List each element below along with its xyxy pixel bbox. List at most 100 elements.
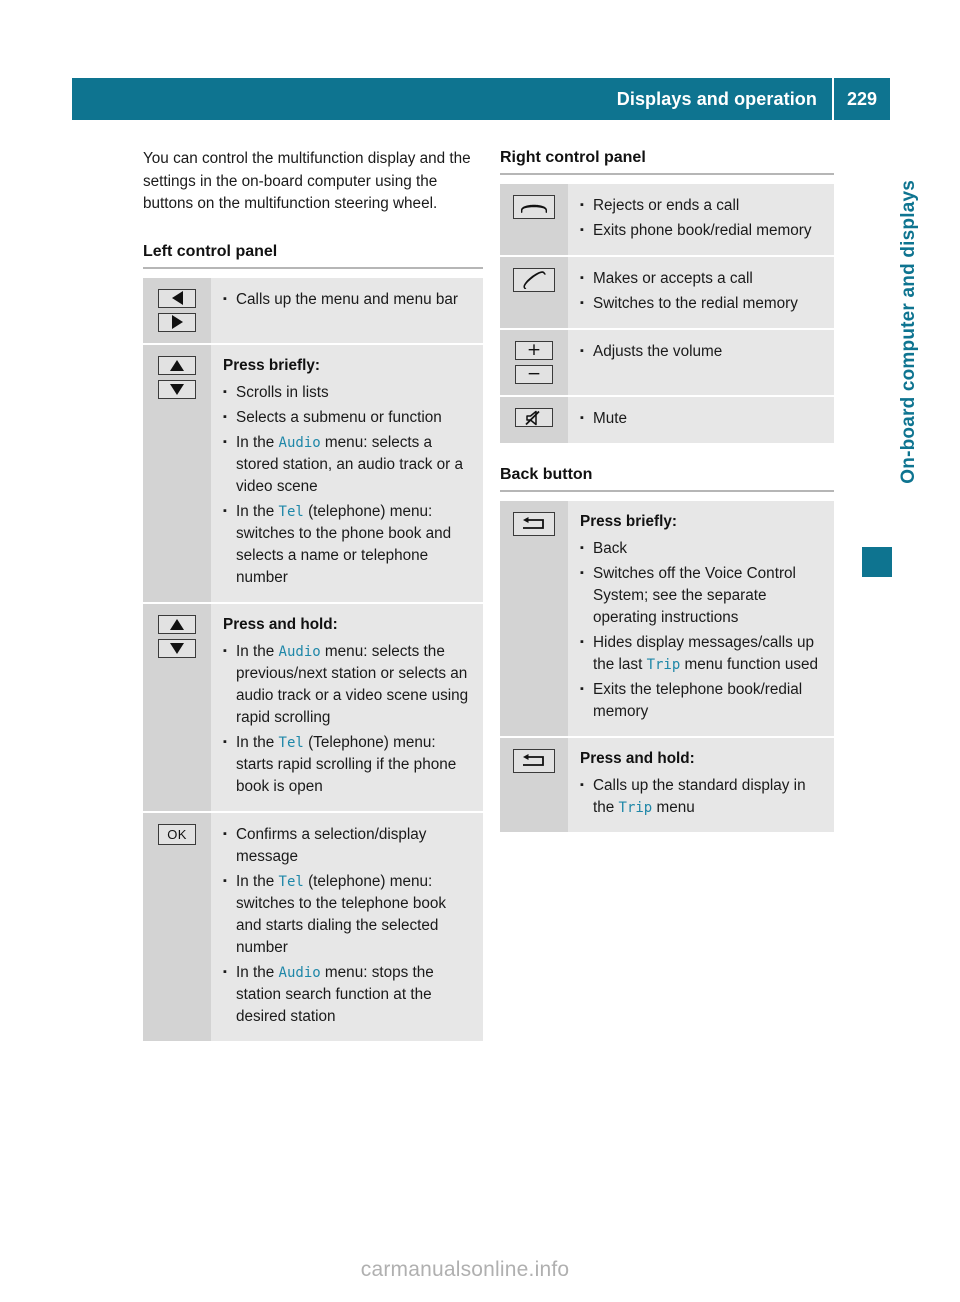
bullet-text: Exits phone book/redial memory: [593, 222, 812, 239]
handset-down-glyph: [521, 204, 547, 213]
bullet-text: Confirms a selection/display message: [236, 825, 427, 865]
row-text-cell: Adjusts the volume: [568, 330, 834, 395]
chapter-side-tab-marker: [862, 547, 892, 577]
section-heading: Right control panel: [500, 149, 646, 166]
menu-term: Audio: [278, 643, 321, 660]
triangle-left-icon[interactable]: [158, 288, 196, 308]
bullet-text: In the: [236, 872, 279, 890]
bullet-text: Switches to the redial memory: [593, 295, 798, 312]
bullet-text: Mute: [593, 410, 628, 427]
bullet-list: Calls up the standard display in the Tri…: [580, 774, 822, 819]
row-text-cell: Mute: [568, 397, 834, 443]
heading-divider: [500, 490, 834, 492]
triangle-right-icon[interactable]: [158, 312, 196, 332]
bullet-text: In the: [236, 963, 279, 981]
row-icon-cell: [143, 344, 211, 602]
triangle-glyph: [171, 291, 183, 305]
mute-icon[interactable]: [515, 408, 553, 427]
row-icon-cell: OK: [143, 812, 211, 1041]
row-icon-cell: [500, 257, 568, 328]
table-row: +−Adjusts the volume: [500, 330, 834, 397]
row-icon-cell: [500, 501, 568, 736]
spec-table: Press briefly: Back Switches off the Voice…: [500, 501, 834, 832]
bullet-item: Mute: [580, 407, 822, 430]
row-icon-cell: + −: [500, 330, 568, 395]
bullet-text: Selects a submenu or function: [236, 408, 442, 426]
triangle-glyph: [170, 642, 184, 654]
bullet-item: Exits the telephone book/redial memory: [580, 678, 822, 723]
triangle-up-icon[interactable]: [158, 355, 196, 375]
left-content-column: You can control the multifunction displa…: [143, 148, 483, 1041]
bullet-item: Selects a submenu or function: [223, 406, 471, 429]
bullet-item: Switches off the Voice Control System; s…: [580, 562, 822, 629]
menu-term: Tel: [278, 734, 304, 751]
bullet-text: In the: [236, 433, 279, 451]
bullet-item: Calls up the menu and menu bar: [223, 288, 471, 311]
press-mode-label: Press briefly:: [223, 356, 320, 374]
menu-term: Audio: [278, 964, 321, 981]
bullet-item: In the Tel (telephone) menu: switches to…: [223, 870, 471, 959]
press-mode-label: Press and hold:: [223, 615, 338, 633]
bullet-item: Switches to the redial memory: [580, 292, 822, 315]
left-control-panel-table: Calls up the menu and menu bar Press brie…: [143, 277, 483, 1041]
triangle-glyph: [171, 315, 183, 329]
bullet-list: Confirms a selection/display message In t…: [223, 823, 471, 1028]
end-call-icon[interactable]: [513, 195, 555, 219]
bullet-text: Scrolls in lists: [236, 383, 329, 401]
handset-up-glyph: [523, 271, 546, 289]
triangle-down-icon[interactable]: [158, 379, 196, 399]
table-row: Rejects or ends a call Exits phone book/r…: [500, 184, 834, 257]
bullet-item: Makes or accepts a call: [580, 267, 822, 290]
bullet-text: Rejects or ends a call: [593, 197, 740, 214]
press-mode-label: Press briefly:: [580, 513, 677, 530]
row-icon-cell: [143, 603, 211, 811]
row-text-cell: Calls up the menu and menu bar: [211, 277, 483, 343]
menu-term: Trip: [618, 800, 653, 816]
menu-term: Tel: [278, 503, 304, 520]
bullet-item: In the Audio menu: stops the station sea…: [223, 961, 471, 1028]
volume-up-icon[interactable]: +: [515, 341, 553, 360]
return-arrow-glyph: [523, 754, 544, 766]
table-row: Press and hold: In the Audio menu: select…: [143, 603, 483, 813]
row-icon-cell: [500, 738, 568, 832]
table-row: Makes or accepts a call Switches to the r…: [500, 257, 834, 330]
bullet-item: In the Audio menu: selects the previous/…: [223, 640, 471, 729]
heading-divider: [143, 266, 483, 269]
bullet-list: Back Switches off the Voice Control Syste…: [580, 537, 822, 723]
bullet-text: Back: [593, 540, 628, 557]
return-arrow-glyph: [523, 517, 544, 529]
triangle-glyph: [170, 383, 184, 395]
row-text-cell: Press briefly: Scrolls in lists Selects a …: [211, 344, 483, 602]
row-text-cell: Makes or accepts a call Switches to the r…: [568, 257, 834, 328]
bullet-list: Rejects or ends a call Exits phone book/r…: [580, 194, 822, 242]
heading-divider: [500, 173, 834, 175]
back-icon[interactable]: [513, 512, 555, 536]
bullet-item: In the Tel (telephone) menu: switches to…: [223, 500, 471, 589]
volume-down-icon[interactable]: −: [515, 365, 553, 384]
triangle-up-icon[interactable]: [158, 614, 196, 634]
table-row: OK Confirms a selection/display message In…: [143, 812, 483, 1041]
speaker-muted-glyph: [525, 410, 540, 425]
left-control-panel-heading: Left control panel: [143, 242, 278, 260]
menu-term: Audio: [278, 434, 321, 451]
bullet-text: In the: [236, 733, 279, 751]
bullet-text: Exits the telephone book/redial memory: [593, 681, 803, 720]
row-icon-cell: [500, 184, 568, 255]
triangle-down-icon[interactable]: [158, 638, 196, 658]
right-sections-container: Right control panel Rejects or ends a cal…: [500, 148, 834, 832]
bullet-text: Calls up the menu and menu bar: [236, 290, 458, 308]
site-watermark: carmanualsonline.info: [360, 1258, 570, 1281]
accept-call-icon[interactable]: [513, 268, 555, 292]
bullet-list: Adjusts the volume: [580, 340, 822, 363]
row-text-cell: Press and hold: In the Audio menu: select…: [211, 603, 483, 811]
intro-paragraph: You can control the multifunction displa…: [143, 150, 471, 212]
bullet-list: Makes or accepts a call Switches to the r…: [580, 267, 822, 315]
bullet-text: menu: [652, 799, 695, 816]
table-row: Calls up the menu and menu bar: [143, 277, 483, 345]
bullet-item: Calls up the standard display in the Tri…: [580, 774, 822, 819]
row-icon-cell: [500, 397, 568, 443]
back-icon[interactable]: [513, 749, 555, 773]
ok-icon[interactable]: OK: [158, 823, 196, 845]
plus-glyph: +: [526, 340, 542, 360]
table-row: Mute: [500, 397, 834, 443]
